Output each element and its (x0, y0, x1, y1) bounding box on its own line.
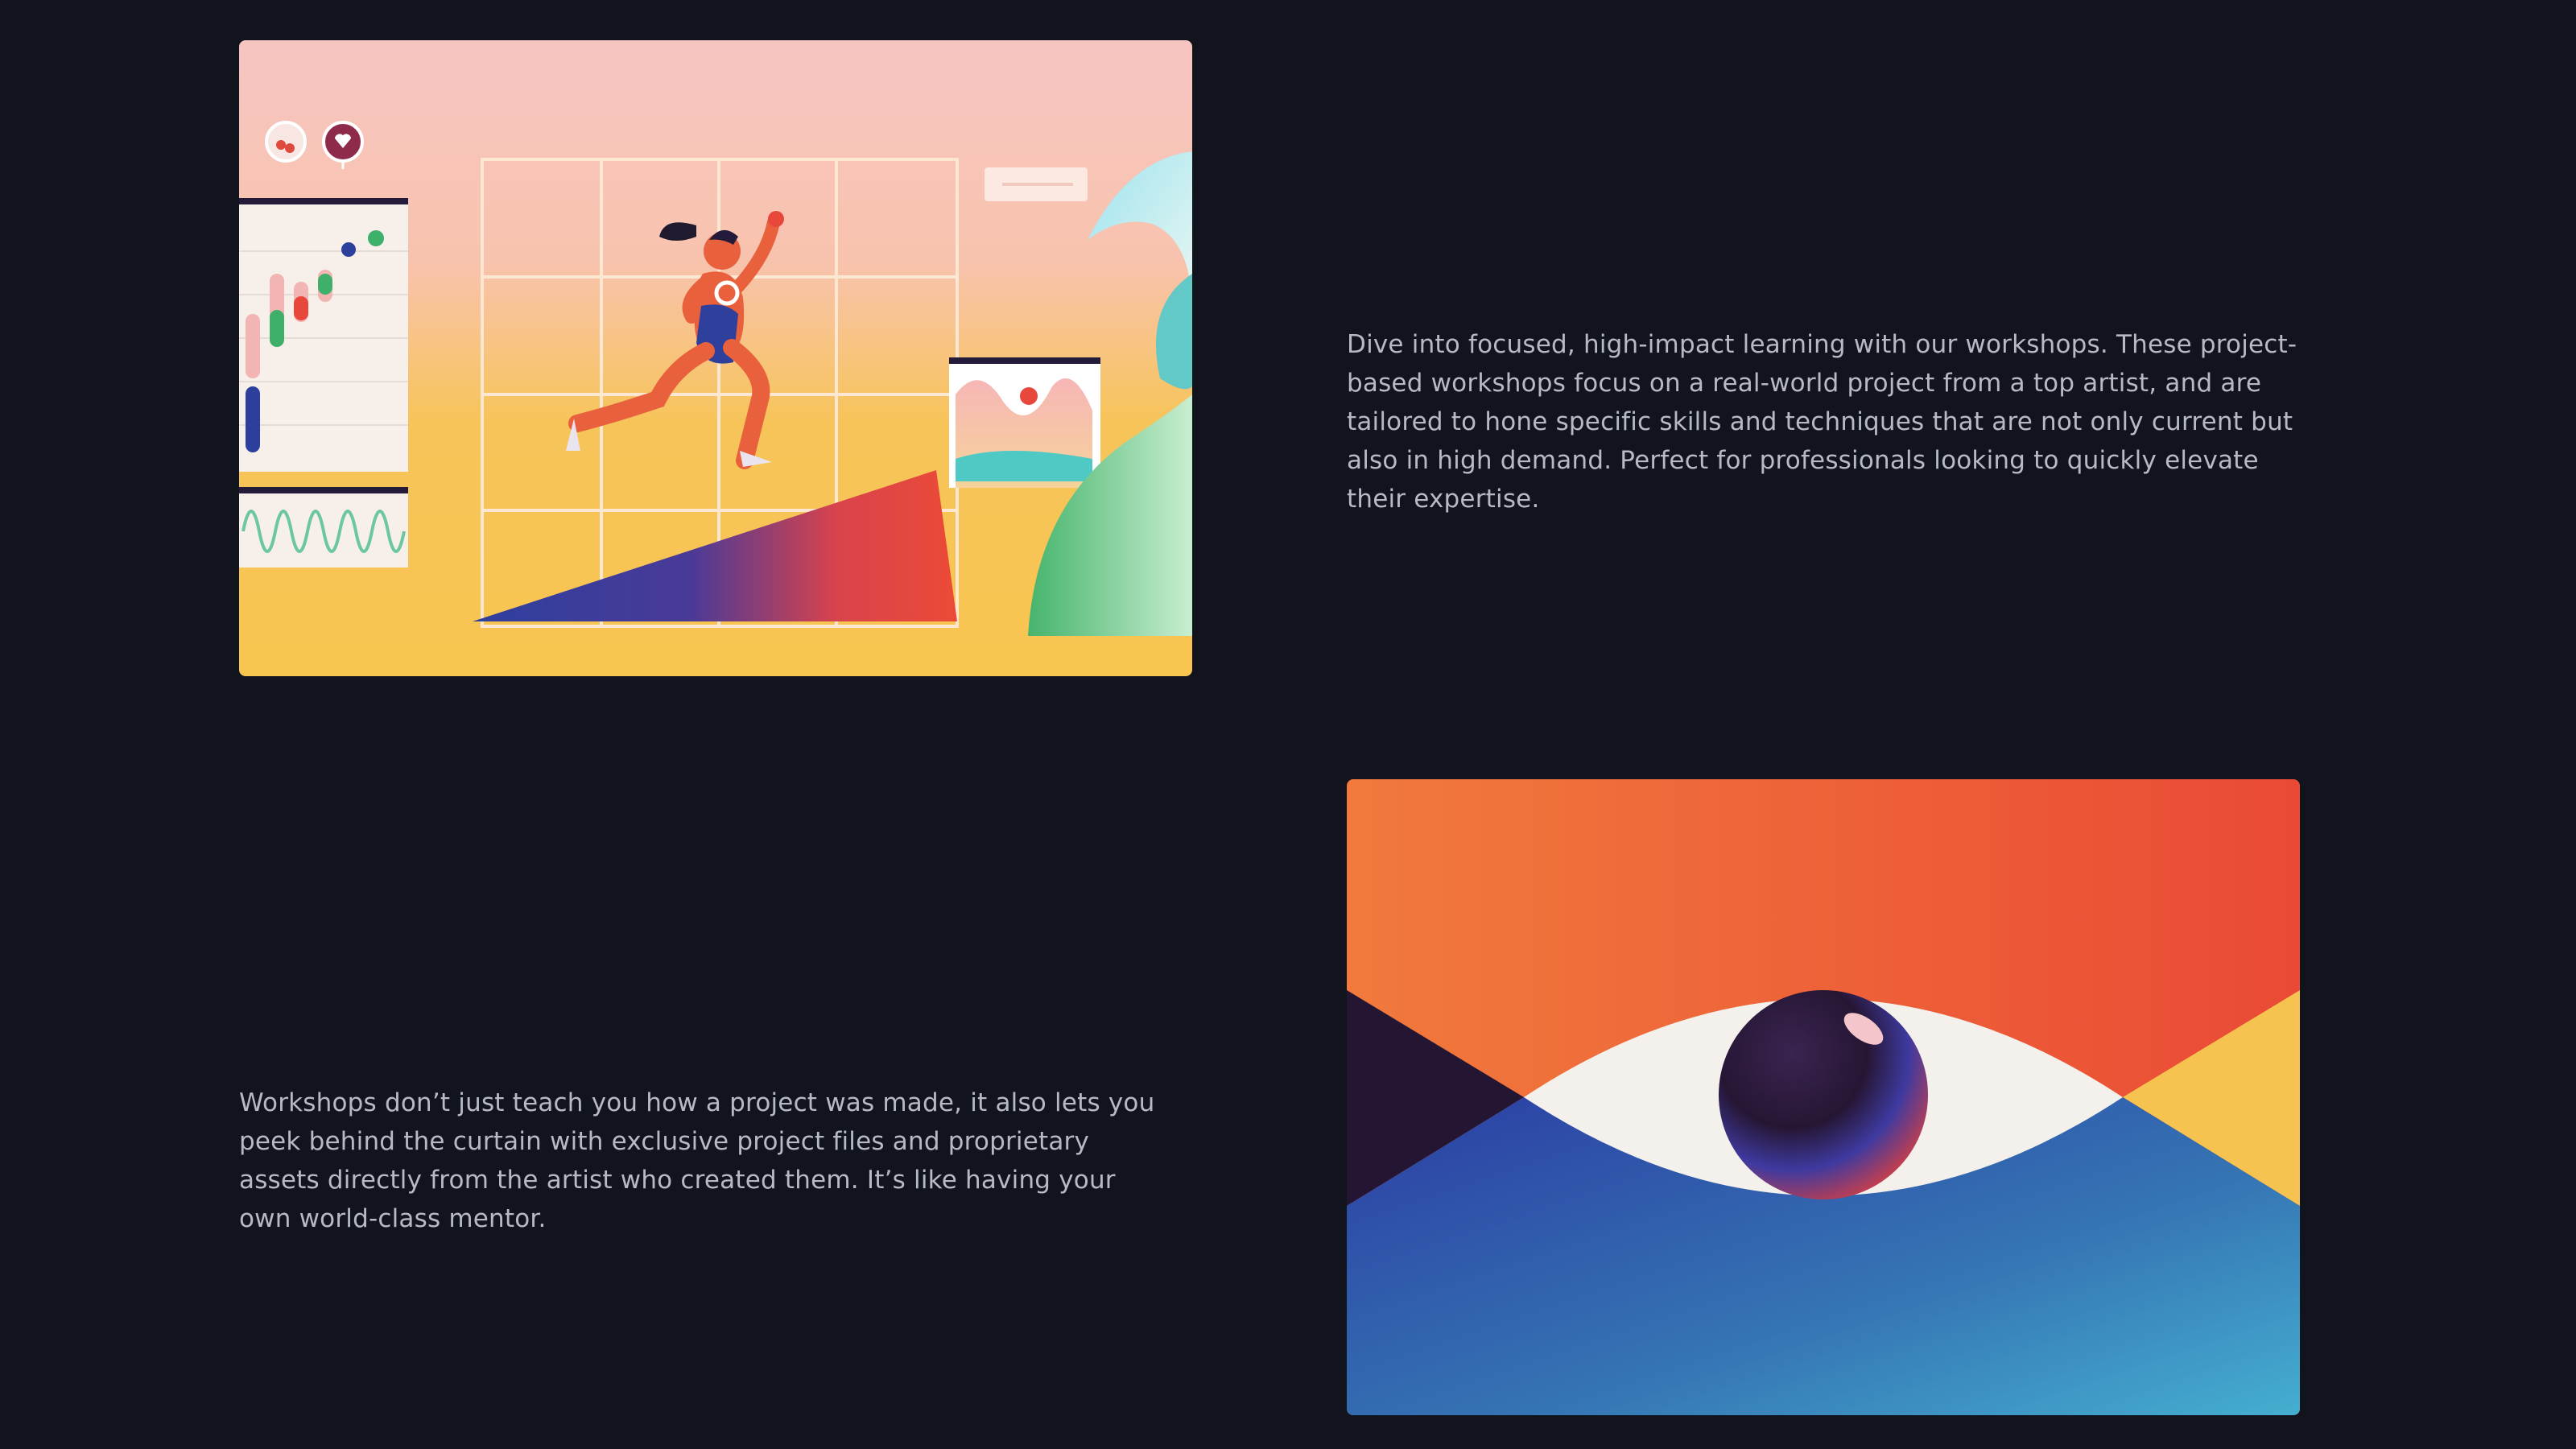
eye-iris (1719, 990, 1928, 1199)
eye-illustration-graphic (1347, 779, 2300, 1415)
candlestick-panel (239, 198, 408, 472)
share-badge-icon (265, 121, 307, 163)
runner-illustration-graphic (239, 40, 1192, 676)
mini-area-chart (949, 357, 1100, 488)
eye-illustration (1347, 779, 2300, 1415)
workshops-feature-page: Dive into focused, high-impact learning … (0, 0, 2576, 1449)
runner-illustration (239, 40, 1192, 676)
wave-panel (239, 487, 408, 568)
workshops-files-paragraph: Workshops don’t just teach you how a pro… (239, 1088, 1155, 1233)
workshops-intro-paragraph: Dive into focused, high-impact learning … (1347, 330, 2297, 514)
